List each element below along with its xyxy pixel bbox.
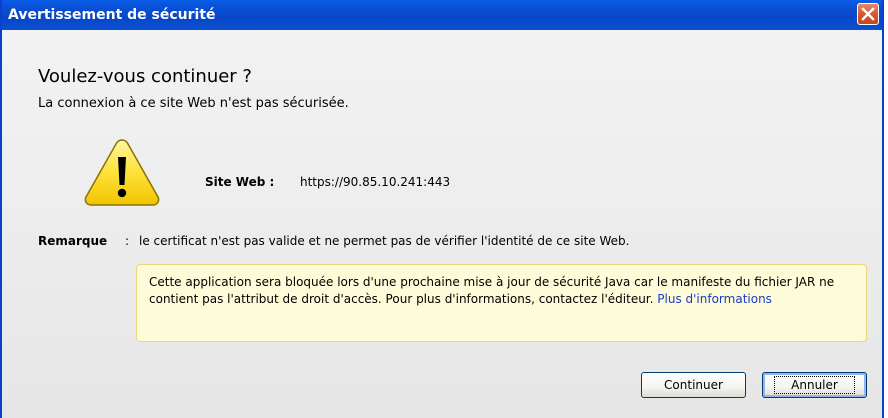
note-separator: : bbox=[125, 234, 130, 248]
site-url: https://90.85.10.241:443 bbox=[300, 175, 451, 189]
title-bar: Avertissement de sécurité bbox=[2, 0, 882, 30]
window-title: Avertissement de sécurité bbox=[8, 7, 216, 23]
site-label: Site Web : bbox=[205, 175, 275, 189]
security-warning-dialog: Avertissement de sécurité Voulez-vous co… bbox=[0, 0, 884, 418]
note-label: Remarque bbox=[38, 234, 108, 248]
cancel-button[interactable]: Annuler bbox=[762, 372, 867, 398]
warning-triangle-icon bbox=[84, 139, 160, 206]
note-text: le certificat n'est pas valide et ne per… bbox=[139, 234, 630, 248]
continue-button[interactable]: Continuer bbox=[641, 372, 746, 398]
continue-button-label: Continuer bbox=[664, 378, 723, 392]
close-button[interactable] bbox=[857, 3, 879, 25]
cancel-button-label: Annuler bbox=[774, 376, 855, 394]
close-icon bbox=[861, 7, 875, 21]
java-info-box: Cette application sera bloquée lors d'un… bbox=[136, 264, 867, 342]
dialog-subheading: La connexion à ce site Web n'est pas séc… bbox=[38, 96, 349, 111]
more-info-link[interactable]: Plus d'informations bbox=[657, 292, 772, 306]
dialog-heading: Voulez-vous continuer ? bbox=[38, 66, 252, 87]
